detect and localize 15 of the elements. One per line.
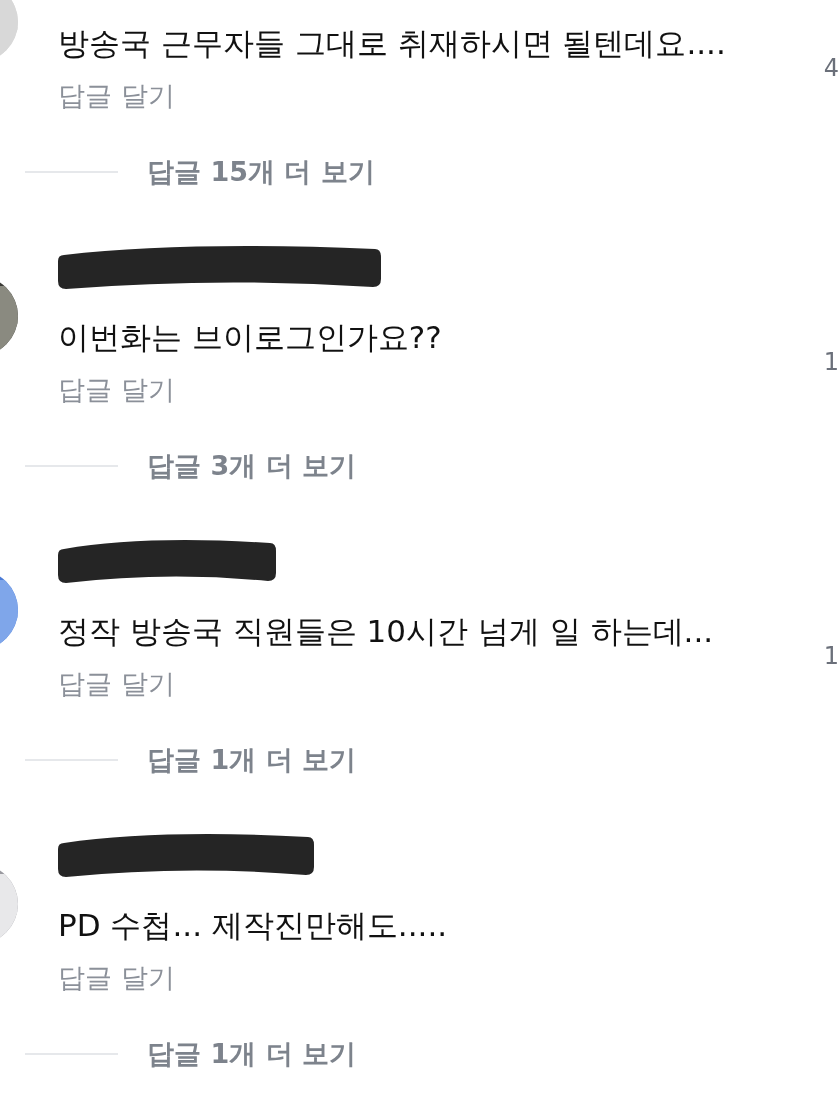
like-count: 1	[823, 348, 839, 376]
comment-text: 방송국 근무자들 그대로 취재하시면 될텐데요....	[58, 24, 727, 63]
comment-text: PD 수첩... 제작진만해도.....	[58, 906, 449, 945]
view-replies-link[interactable]: 답글 1개 더 보기	[147, 1037, 356, 1071]
comment-text: 정작 방송국 직원들은 10시간 넘게 일 하는데...	[58, 612, 715, 651]
reply-link[interactable]: 답글 달기	[58, 373, 175, 407]
reply-link[interactable]: 답글 달기	[58, 79, 175, 113]
view-replies-link[interactable]: 답글 15개 더 보기	[147, 155, 375, 189]
like-count: 4	[823, 54, 839, 82]
view-replies-link[interactable]: 답글 1개 더 보기	[147, 743, 356, 777]
view-replies-link[interactable]: 답글 3개 더 보기	[147, 449, 356, 483]
like-count: 1	[823, 642, 839, 670]
comment-text: 이번화는 브이로그인가요??	[58, 318, 443, 357]
reply-link[interactable]: 답글 달기	[58, 667, 175, 701]
reply-link[interactable]: 답글 달기	[58, 961, 175, 995]
